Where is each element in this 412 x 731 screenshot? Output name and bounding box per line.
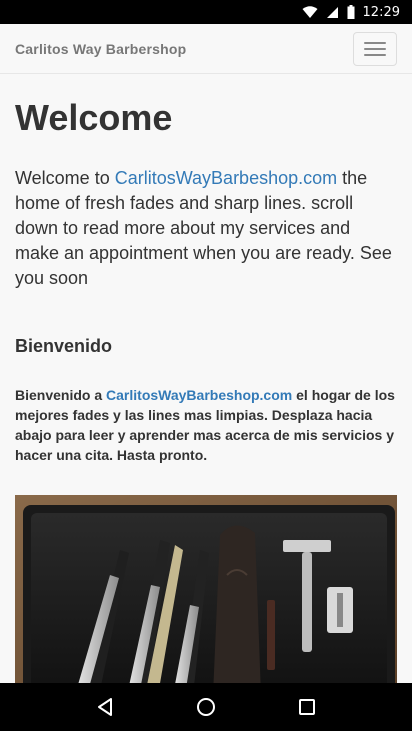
- back-icon[interactable]: [85, 687, 125, 727]
- signal-icon: [326, 6, 339, 19]
- spanish-prefix: Bienvenido a: [15, 387, 107, 403]
- spanish-heading: Bienvenido: [15, 336, 113, 356]
- intro-paragraph: Welcome to CarlitosWayBarbeshop.com the …: [15, 166, 397, 291]
- barber-tools-image: [15, 495, 397, 683]
- barber-tools-illustration: [15, 495, 397, 683]
- spanish-paragraph: Bienvenido a CarlitosWayBarbeshop.com el…: [15, 385, 397, 465]
- status-time: 12:29: [362, 4, 400, 20]
- site-brand[interactable]: Carlitos Way Barbershop: [15, 41, 186, 57]
- navbar: Carlitos Way Barbershop: [0, 24, 412, 74]
- recents-icon[interactable]: [287, 687, 327, 727]
- home-icon[interactable]: [186, 687, 226, 727]
- wifi-icon: [302, 5, 318, 19]
- site-link-spanish[interactable]: CarlitosWayBarbeshop.com: [106, 387, 292, 403]
- battery-icon: [347, 5, 355, 19]
- page-title: Welcome: [15, 97, 173, 138]
- hamburger-menu-icon[interactable]: [353, 31, 397, 66]
- system-navigation-bar: [0, 683, 412, 731]
- status-bar: 12:29: [0, 0, 412, 24]
- intro-prefix: Welcome to: [15, 168, 115, 188]
- main-content: Welcome Welcome to CarlitosWayBarbeshop.…: [0, 74, 412, 683]
- site-link[interactable]: CarlitosWayBarbeshop.com: [115, 168, 337, 188]
